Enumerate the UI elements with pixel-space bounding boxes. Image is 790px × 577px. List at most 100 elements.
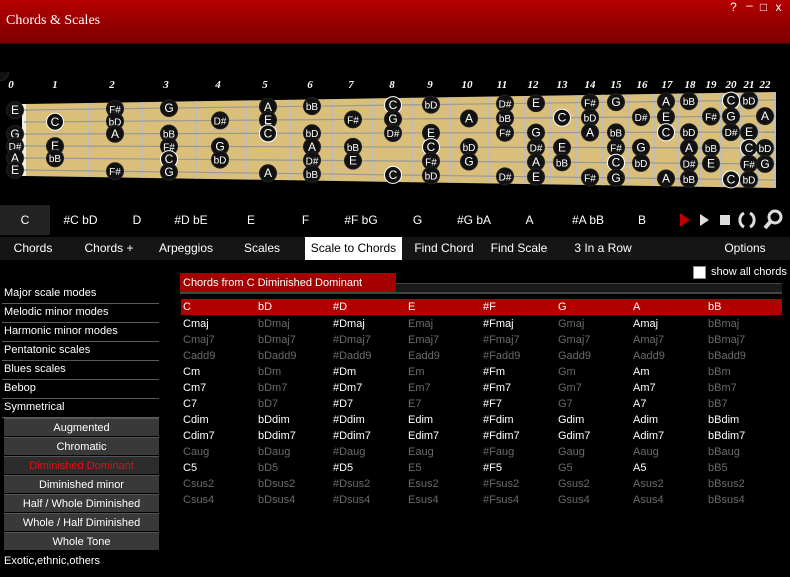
note-marker[interactable]: bD (680, 123, 698, 142)
note-button[interactable]: #G bA (443, 205, 505, 235)
note-marker[interactable]: A (259, 164, 277, 183)
sidebar-subitem[interactable]: Whole Tone (4, 532, 159, 550)
chord-cell[interactable]: Gmaj7 (558, 332, 590, 348)
chord-cell[interactable]: bBsus2 (708, 476, 745, 492)
chord-cell[interactable]: #Dsus2 (333, 476, 370, 492)
sidebar-category[interactable]: Major scale modes (2, 285, 159, 304)
note-marker[interactable]: A (657, 169, 675, 188)
note-marker[interactable]: bB (303, 164, 321, 183)
chord-cell[interactable]: Cm7 (183, 380, 206, 396)
chord-cell[interactable]: bDm (258, 364, 281, 380)
chord-cell[interactable]: Esus2 (408, 476, 439, 492)
note-marker[interactable]: D# (211, 111, 229, 130)
chord-cell[interactable]: Am7 (633, 380, 656, 396)
chord-cell[interactable]: Emaj7 (408, 332, 439, 348)
note-marker[interactable]: G (160, 99, 178, 118)
chord-cell[interactable]: bBdim (708, 412, 739, 428)
chord-cell[interactable]: bD5 (258, 460, 278, 476)
note-button[interactable]: #F bG (330, 205, 392, 235)
note-marker[interactable]: C (384, 165, 402, 184)
note-marker[interactable]: F# (702, 107, 720, 126)
chord-cell[interactable]: #D7 (333, 396, 353, 412)
note-marker[interactable]: bB (303, 97, 321, 116)
chord-cell[interactable]: bB7 (708, 396, 728, 412)
chord-cell[interactable]: #Fadd9 (483, 348, 520, 364)
chord-cell[interactable]: C7 (183, 396, 197, 412)
sidebar-subitem[interactable]: Half / Whole Diminished (4, 494, 159, 512)
note-marker[interactable]: A (680, 138, 698, 157)
note-button[interactable]: F (283, 205, 328, 235)
note-marker[interactable]: C (740, 138, 758, 157)
note-marker[interactable]: E (344, 151, 362, 170)
chord-cell[interactable]: #Fsus4 (483, 492, 519, 508)
chord-cell[interactable]: #D5 (333, 460, 353, 476)
chord-cell[interactable]: bBsus4 (708, 492, 745, 508)
chord-cell[interactable]: Gm7 (558, 380, 582, 396)
chord-cell[interactable]: Edim7 (408, 428, 439, 444)
note-marker[interactable]: D# (496, 167, 514, 186)
sidebar-subitem[interactable]: Diminished minor (4, 475, 159, 493)
sidebar-category[interactable]: Blues scales (2, 361, 159, 380)
sidebar-category[interactable]: Pentatonic scales (2, 342, 159, 361)
note-marker[interactable]: bD (632, 153, 650, 172)
note-marker[interactable]: bB (607, 123, 625, 142)
chord-cell[interactable]: Caug (183, 444, 209, 460)
tab-find-chord[interactable]: Find Chord (405, 237, 483, 260)
play-icon[interactable] (696, 207, 714, 233)
chord-cell[interactable]: Eaug (408, 444, 434, 460)
note-marker[interactable]: E (657, 107, 675, 126)
chord-cell[interactable]: #Fmaj (483, 316, 514, 332)
chord-cell[interactable]: Edim (408, 412, 433, 428)
help-icon[interactable]: ? (726, 0, 741, 14)
chord-cell[interactable]: #Dmaj (333, 316, 365, 332)
sidebar-category[interactable]: Bebop (2, 380, 159, 399)
note-marker[interactable]: G (460, 152, 478, 171)
chord-cell[interactable]: bDdim (258, 412, 290, 428)
chord-cell[interactable]: E7 (408, 396, 421, 412)
maximize-icon[interactable]: □ (756, 0, 771, 14)
chord-cell[interactable]: bB5 (708, 460, 728, 476)
note-button[interactable]: #D bE (160, 205, 222, 235)
chord-cell[interactable]: E5 (408, 460, 421, 476)
chord-cell[interactable]: Gdim7 (558, 428, 590, 444)
note-marker[interactable]: F# (740, 154, 758, 173)
chord-cell[interactable]: #Ddim7 (333, 428, 371, 444)
chord-cell[interactable]: bBaug (708, 444, 740, 460)
note-marker[interactable]: A (581, 123, 599, 142)
chord-cell[interactable]: #F5 (483, 460, 502, 476)
note-marker[interactable]: G (722, 107, 740, 126)
chord-cell[interactable]: #Fm (483, 364, 505, 380)
chord-cell[interactable]: bDsus4 (258, 492, 295, 508)
chord-cell[interactable]: Cmaj7 (183, 332, 215, 348)
note-marker[interactable]: A (460, 109, 478, 128)
note-marker[interactable]: C (657, 123, 675, 142)
chord-cell[interactable]: Adim (633, 412, 658, 428)
note-marker[interactable]: D# (722, 123, 740, 142)
sidebar-category[interactable]: Exotic,ethnic,others (2, 553, 159, 572)
chord-cell[interactable]: G7 (558, 396, 573, 412)
minimize-icon[interactable]: – (742, 0, 757, 12)
stop-icon[interactable] (716, 207, 734, 233)
note-button[interactable]: A (507, 205, 552, 235)
note-marker[interactable]: F# (607, 138, 625, 157)
chord-cell[interactable]: Cmaj (183, 316, 209, 332)
note-marker[interactable]: G (756, 154, 774, 173)
chord-cell[interactable]: bDadd9 (258, 348, 297, 364)
chord-cell[interactable]: A5 (633, 460, 646, 476)
note-button[interactable]: D (112, 205, 162, 235)
note-marker[interactable]: A (657, 92, 675, 111)
note-marker[interactable]: D# (680, 154, 698, 173)
chord-cell[interactable]: #Daug (333, 444, 365, 460)
note-marker[interactable]: C (722, 91, 740, 110)
chord-cell[interactable]: Esus4 (408, 492, 439, 508)
note-marker[interactable]: E (702, 154, 720, 173)
sidebar-subitem[interactable]: Whole / Half Diminished (4, 513, 159, 531)
note-marker[interactable]: C (259, 124, 277, 143)
chord-cell[interactable]: bBmaj (708, 316, 739, 332)
note-marker[interactable]: F# (344, 110, 362, 129)
note-marker[interactable]: G (607, 93, 625, 112)
chord-cell[interactable]: Gmaj (558, 316, 584, 332)
note-marker[interactable]: bD (756, 138, 774, 157)
chord-cell[interactable]: bDdim7 (258, 428, 296, 444)
chord-cell[interactable]: Amaj7 (633, 332, 664, 348)
